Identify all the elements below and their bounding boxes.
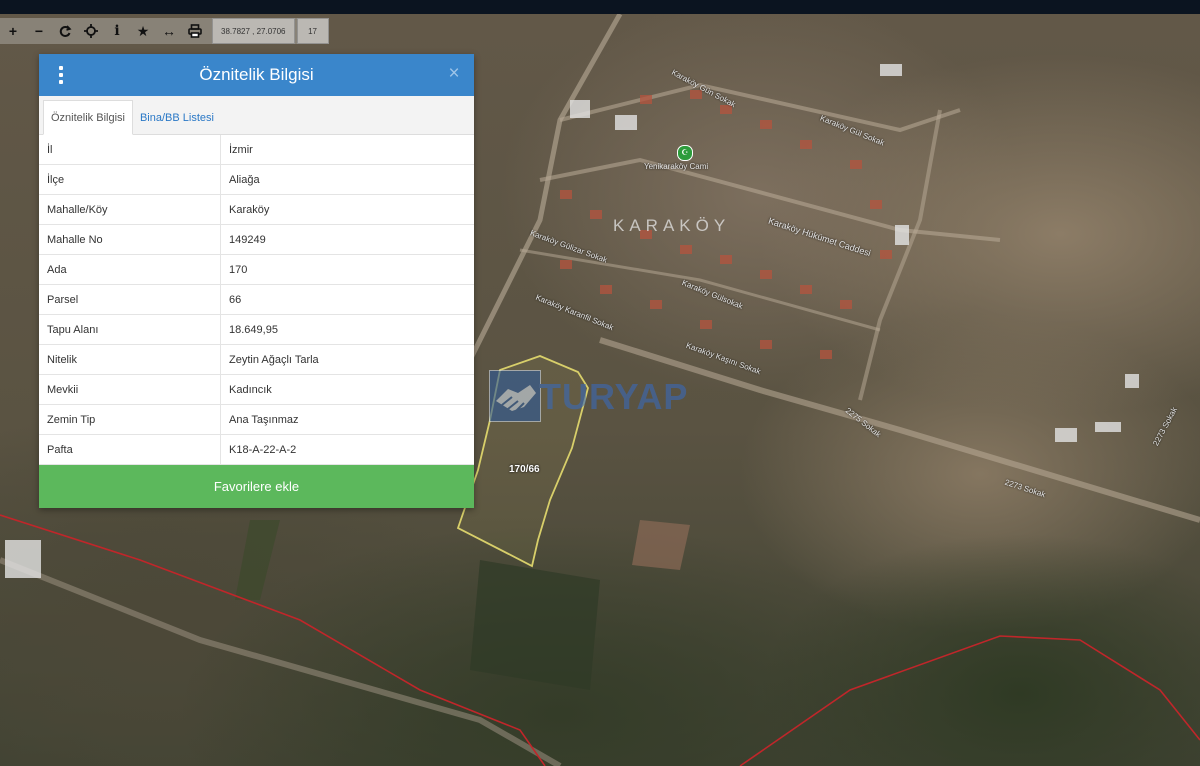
village-label: KARAKÖY bbox=[613, 216, 731, 235]
attribute-key: Zemin Tip bbox=[39, 404, 221, 435]
parcel-label: 170/66 bbox=[509, 464, 540, 475]
zoom-in-button[interactable]: + bbox=[0, 18, 26, 44]
table-row: Nitelik Zeytin Ağaçlı Tarla bbox=[39, 344, 474, 375]
panel-tabs: Öznitelik Bilgisi Bina/BB Listesi bbox=[39, 96, 474, 135]
attribute-key: Mahalle No bbox=[39, 224, 221, 255]
add-to-favorites-button[interactable]: Favorilere ekle bbox=[39, 465, 474, 508]
table-row: Ada 170 bbox=[39, 254, 474, 285]
attribute-value: 170 bbox=[220, 254, 474, 285]
attribute-key: İl bbox=[39, 135, 221, 165]
map-toolbar: + − i ★ ↔ 38.7827 , 27.0706 17 bbox=[0, 18, 329, 44]
attribute-key: Mevkii bbox=[39, 374, 221, 405]
refresh-button[interactable] bbox=[52, 18, 78, 44]
panel-title: Öznitelik Bilgisi bbox=[199, 65, 314, 84]
star-icon: ★ bbox=[136, 22, 150, 39]
watermark-text: TURYAP bbox=[539, 376, 689, 417]
table-row: İl İzmir bbox=[39, 135, 474, 165]
measure-button[interactable]: ↔ bbox=[156, 18, 182, 44]
attribute-value: 18.649,95 bbox=[220, 314, 474, 345]
panel-header: Öznitelik Bilgisi × bbox=[39, 54, 474, 96]
minus-icon: − bbox=[34, 23, 44, 39]
attribute-key: Nitelik bbox=[39, 344, 221, 375]
turyap-watermark: TURYAP bbox=[489, 370, 719, 422]
tab-building-list[interactable]: Bina/BB Listesi bbox=[133, 101, 221, 134]
zoom-out-button[interactable]: − bbox=[26, 18, 52, 44]
attribute-key: Mahalle/Köy bbox=[39, 194, 221, 225]
info-button[interactable]: i bbox=[104, 18, 130, 44]
tab-attribute-info[interactable]: Öznitelik Bilgisi bbox=[43, 100, 133, 135]
attribute-value: İzmir bbox=[220, 135, 474, 165]
attribute-value: Kadıncık bbox=[220, 374, 474, 405]
table-row: Mahalle/Köy Karaköy bbox=[39, 194, 474, 225]
table-row: Pafta K18-A-22-A-2 bbox=[39, 434, 474, 465]
attribute-table: İl İzmir İlçe Aliağa Mahalle/Köy Karaköy Mahal… bbox=[39, 135, 474, 465]
table-row: Parsel 66 bbox=[39, 284, 474, 315]
menu-icon[interactable] bbox=[53, 66, 69, 84]
attribute-value: 149249 bbox=[220, 224, 474, 255]
coordinate-readout: 38.7827 , 27.0706 bbox=[212, 18, 295, 44]
attribute-key: Ada bbox=[39, 254, 221, 285]
top-bar bbox=[0, 0, 1200, 14]
crosshair-icon bbox=[84, 24, 98, 38]
mosque-icon[interactable]: ☪ bbox=[677, 145, 693, 161]
plus-icon: + bbox=[8, 23, 18, 39]
measure-icon: ↔ bbox=[162, 23, 176, 39]
attribute-key: Pafta bbox=[39, 434, 221, 465]
table-row: İlçe Aliağa bbox=[39, 164, 474, 195]
print-button[interactable] bbox=[182, 18, 208, 44]
table-row: Mahalle No 149249 bbox=[39, 224, 474, 255]
info-icon: i bbox=[114, 23, 120, 39]
table-row: Tapu Alanı 18.649,95 bbox=[39, 314, 474, 345]
attribute-value: K18-A-22-A-2 bbox=[220, 434, 474, 465]
favorites-button[interactable]: ★ bbox=[130, 18, 156, 44]
close-icon[interactable]: × bbox=[444, 64, 464, 84]
attribute-key: Tapu Alanı bbox=[39, 314, 221, 345]
attribute-value: Karaköy bbox=[220, 194, 474, 225]
attribute-value: Zeytin Ağaçlı Tarla bbox=[220, 344, 474, 375]
refresh-icon bbox=[59, 25, 72, 37]
attribute-panel: Öznitelik Bilgisi × Öznitelik Bilgisi Bi… bbox=[39, 54, 474, 508]
handshake-icon bbox=[489, 370, 541, 422]
table-row: Zemin Tip Ana Taşınmaz bbox=[39, 404, 474, 435]
attribute-key: Parsel bbox=[39, 284, 221, 315]
locate-button[interactable] bbox=[78, 18, 104, 44]
zoom-level: 17 bbox=[296, 18, 329, 44]
attribute-value: Ana Taşınmaz bbox=[220, 404, 474, 435]
attribute-key: İlçe bbox=[39, 164, 221, 195]
mosque-label: Yenikaraköy Cami bbox=[644, 162, 709, 171]
attribute-value: 66 bbox=[220, 284, 474, 315]
table-row: Mevkii Kadıncık bbox=[39, 374, 474, 405]
attribute-value: Aliağa bbox=[220, 164, 474, 195]
print-icon bbox=[188, 24, 202, 38]
